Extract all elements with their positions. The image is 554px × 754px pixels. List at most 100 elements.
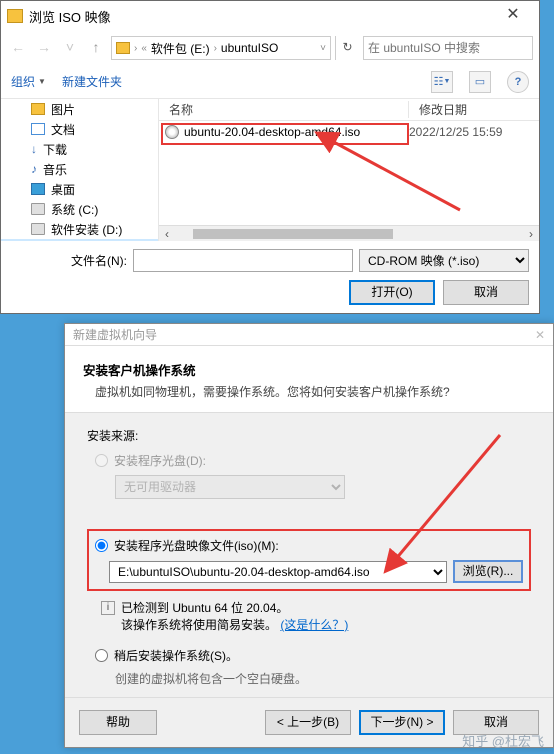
wizard-subheading: 虚拟机如同物理机，需要操作系统。您将如何安装客户机操作系统? (83, 383, 535, 400)
breadcrumb-part[interactable]: 软件包 (E:) (151, 40, 210, 57)
list-header: 名称 修改日期 (159, 99, 539, 121)
detected-text: 已检测到 Ubuntu 64 位 20.04。 (121, 599, 288, 616)
breadcrumb[interactable]: › « 软件包 (E:) › ubuntuISO ˅ (111, 36, 331, 60)
sidebar-item-label: 桌面 (51, 181, 75, 198)
drive-select: 无可用驱动器 (115, 475, 345, 499)
sidebar-item-label: 下载 (43, 141, 67, 158)
vm-wizard-dialog: 新建虚拟机向导 ✕ 安装客户机操作系统 虚拟机如同物理机，需要操作系统。您将如何… (64, 323, 554, 748)
sidebar-item-label: 软件包 (E:) (51, 241, 110, 242)
sidebar-item-downloads[interactable]: ↓ 下载 (1, 139, 158, 159)
app-icon (7, 9, 23, 23)
file-list: 名称 修改日期 ubuntu-20.04-desktop-amd64.iso 2… (159, 99, 539, 241)
back-button[interactable]: < 上一步(B) (265, 710, 351, 735)
chevron-down-icon[interactable]: ˅ (59, 37, 81, 59)
nav-forward-icon[interactable]: → (33, 37, 55, 59)
sidebar-item-drive-e[interactable]: 软件包 (E:) (1, 239, 158, 241)
detected-sub-text: 该操作系统将使用简易安装。 (121, 618, 277, 632)
open-button[interactable]: 打开(O) (349, 280, 435, 305)
breadcrumb-part[interactable]: ubuntuISO (221, 41, 278, 55)
option-installer-disc: 安装程序光盘(D): 无可用驱动器 (95, 452, 531, 499)
chevron-left-icon: « (141, 43, 147, 54)
document-icon (31, 123, 45, 135)
next-button[interactable]: 下一步(N) > (359, 710, 445, 735)
new-folder-button[interactable]: 新建文件夹 (62, 73, 122, 90)
detected-info: i 已检测到 Ubuntu 64 位 20.04。 (101, 599, 531, 616)
titlebar: 浏览 ISO 映像 ✕ (1, 1, 539, 31)
column-header-name[interactable]: 名称 (159, 101, 409, 118)
wizard-heading: 安装客户机操作系统 (83, 360, 535, 379)
later-sub-text: 创建的虚拟机将包含一个空白硬盘。 (115, 670, 531, 687)
folder-icon (116, 42, 130, 54)
option-iso-group: 安装程序光盘映像文件(iso)(M): E:\ubuntuISO\ubuntu-… (87, 529, 531, 591)
wizard-titlebar: 新建虚拟机向导 ✕ (65, 324, 553, 346)
nav-back-icon[interactable]: ← (7, 37, 29, 59)
desktop-icon (31, 183, 45, 195)
install-source-label: 安装来源: (87, 427, 531, 444)
sidebar-item-label: 系统 (C:) (51, 201, 98, 218)
help-button[interactable]: 帮助 (79, 710, 157, 735)
cancel-button[interactable]: 取消 (443, 280, 529, 305)
download-icon: ↓ (31, 143, 37, 155)
scroll-left-icon[interactable]: ‹ (159, 227, 175, 241)
sidebar-item-drive-c[interactable]: 系统 (C:) (1, 199, 158, 219)
drive-icon (31, 223, 45, 235)
file-name: ubuntu-20.04-desktop-amd64.iso (184, 125, 409, 139)
refresh-icon[interactable]: ↻ (335, 36, 359, 60)
file-row[interactable]: ubuntu-20.04-desktop-amd64.iso 2022/12/2… (159, 121, 539, 143)
option-install-later: 稍后安装操作系统(S)。 创建的虚拟机将包含一个空白硬盘。 (95, 647, 531, 687)
radio-disc-label: 安装程序光盘(D): (114, 452, 206, 469)
radio-disc (95, 454, 108, 467)
music-icon: ♪ (31, 163, 37, 175)
preview-pane-button[interactable]: ▭ (469, 71, 491, 93)
radio-later[interactable] (95, 649, 108, 662)
view-icons-button[interactable]: ☷ ▼ (431, 71, 453, 93)
nav-up-icon[interactable]: ↑ (85, 37, 107, 59)
sidebar-item-label: 文档 (51, 121, 75, 138)
close-icon[interactable]: ✕ (535, 328, 545, 342)
info-icon: i (101, 601, 115, 615)
iso-path-select[interactable]: E:\ubuntuISO\ubuntu-20.04-desktop-amd64.… (109, 561, 447, 583)
filename-input[interactable] (133, 249, 353, 272)
sidebar-item-label: 图片 (51, 101, 75, 118)
sidebar-item-documents[interactable]: 文档 (1, 119, 158, 139)
radio-iso[interactable] (95, 539, 108, 552)
wizard-body: 安装来源: 安装程序光盘(D): 无可用驱动器 安装程序光盘映像文件(iso)(… (65, 413, 553, 697)
iso-file-icon (165, 125, 179, 139)
help-button[interactable]: ? (507, 71, 529, 93)
filetype-select[interactable]: CD-ROM 映像 (*.iso) (359, 249, 529, 272)
sidebar-item-pictures[interactable]: 图片 (1, 99, 158, 119)
content-area: 图片 文档 ↓ 下载 ♪ 音乐 桌面 系统 (C:) (1, 99, 539, 241)
browse-button[interactable]: 浏览(R)... (453, 560, 523, 583)
sidebar-item-desktop[interactable]: 桌面 (1, 179, 158, 199)
address-bar: ← → ˅ ↑ › « 软件包 (E:) › ubuntuISO ˅ ↻ (1, 31, 539, 65)
folder-icon (31, 103, 45, 115)
column-header-date[interactable]: 修改日期 (409, 101, 539, 118)
radio-later-label: 稍后安装操作系统(S)。 (114, 647, 238, 664)
chevron-down-icon[interactable]: ˅ (320, 43, 326, 54)
file-browse-dialog: 浏览 ISO 映像 ✕ ← → ˅ ↑ › « 软件包 (E:) › ubunt… (0, 0, 540, 314)
sidebar-item-label: 软件安装 (D:) (51, 221, 122, 238)
window-title: 浏览 ISO 映像 (29, 7, 111, 26)
sidebar-item-label: 音乐 (43, 161, 67, 178)
chevron-down-icon: ▼ (38, 77, 46, 86)
sidebar: 图片 文档 ↓ 下载 ♪ 音乐 桌面 系统 (C:) (1, 99, 159, 241)
horizontal-scrollbar[interactable]: ‹ › (159, 225, 539, 241)
sidebar-item-music[interactable]: ♪ 音乐 (1, 159, 158, 179)
scroll-right-icon[interactable]: › (523, 227, 539, 241)
close-button[interactable]: ✕ (493, 4, 533, 28)
wizard-title: 新建虚拟机向导 (73, 326, 157, 343)
organize-menu[interactable]: 组织 ▼ (11, 73, 46, 90)
dialog-bottom: 文件名(N): CD-ROM 映像 (*.iso) 打开(O) 取消 (1, 241, 539, 313)
organize-label: 组织 (11, 73, 35, 90)
search-input[interactable] (363, 36, 533, 60)
chevron-right-icon: › (214, 43, 217, 54)
file-date: 2022/12/25 15:59 (409, 125, 502, 139)
detected-sub: 该操作系统将使用简易安装。 (这是什么？) (121, 616, 531, 633)
radio-iso-label: 安装程序光盘映像文件(iso)(M): (114, 537, 279, 554)
wizard-header: 安装客户机操作系统 虚拟机如同物理机，需要操作系统。您将如何安装客户机操作系统? (65, 346, 553, 413)
scroll-thumb[interactable] (193, 229, 393, 239)
chevron-right-icon: › (134, 43, 137, 54)
easy-install-link[interactable]: (这是什么？) (280, 618, 348, 632)
drive-icon (31, 203, 45, 215)
sidebar-item-drive-d[interactable]: 软件安装 (D:) (1, 219, 158, 239)
